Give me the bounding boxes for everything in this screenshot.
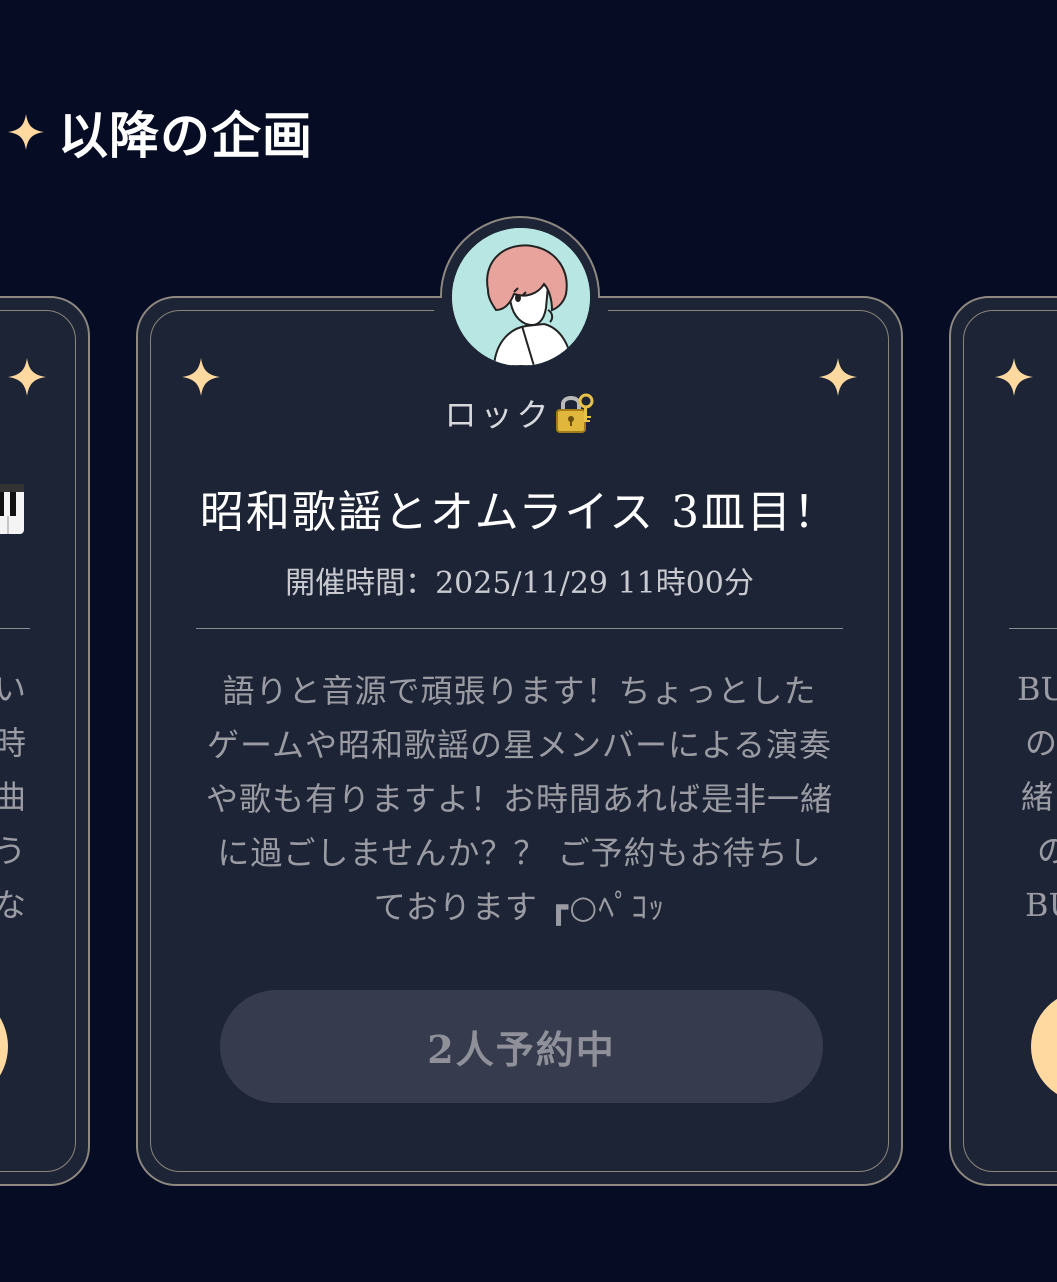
event-description: 語りと音源で頑張ります！ちょっとした ゲームや昭和歌謡の星メンバーによる演奏 や… [194, 640, 845, 940]
event-time-label: 開催時間： [285, 566, 436, 601]
event-card-previous[interactable]: い 時 曲 う な [0, 296, 90, 1186]
card-divider [196, 628, 843, 629]
card-divider [1009, 628, 1057, 629]
reserve-button[interactable] [1031, 990, 1057, 1103]
host-avatar[interactable] [452, 228, 590, 366]
event-time-value: 2025/11/29 11時00分 [435, 566, 754, 601]
event-card-next[interactable]: BU の 緒 の BU [949, 296, 1057, 1186]
description-line: ております ┏○ﾍﾟｺｯ [373, 888, 666, 926]
description-line: に過ごしませんか？？ ご予約もお待ちし [217, 834, 822, 872]
event-time: 開催時間：2025/11/29 11時00分 [138, 558, 901, 602]
host-name-label: ロック [444, 396, 553, 434]
description-text: 語りと音源で頑張ります！ちょっとした ゲームや昭和歌謡の星メンバーによる演奏 や… [194, 640, 845, 934]
description-line: ゲームや昭和歌謡の星メンバーによる演奏 [206, 726, 833, 764]
reserve-button[interactable]: 2人予約中 [220, 990, 823, 1103]
sparkle-icon [995, 358, 1033, 396]
description-line: 時 [0, 716, 26, 770]
description-line: い [0, 662, 26, 716]
description-line: な [0, 878, 26, 932]
description-line: や歌も有りますよ！お時間あれば是非一緒 [205, 780, 833, 818]
description-line: 緒 [1021, 778, 1054, 816]
card-divider [0, 628, 30, 629]
event-title: 昭和歌謡とオムライス 3皿目！ [199, 487, 840, 538]
reserve-button[interactable] [0, 990, 8, 1103]
event-card: ロック 昭和歌謡とオムライス 3皿目！ 開催時間：2025/11/29 11時0… [136, 216, 903, 1186]
section-header: 以降の企画 [8, 96, 313, 168]
section-title: 以降の企画 [58, 106, 313, 165]
description-line: う [0, 824, 26, 878]
sparkle-icon [8, 114, 44, 150]
piano-icon [0, 484, 24, 534]
host-name[interactable]: ロック [138, 390, 901, 436]
description-line: 語りと音源で頑張ります！ちょっとした [222, 672, 817, 710]
description-line: の [1037, 824, 1057, 878]
description-line: 曲 [0, 770, 26, 824]
page: 以降の企画 い 時 曲 う な [0, 0, 1057, 1282]
description-line: BU [1017, 670, 1057, 708]
description-overflow-line [194, 640, 845, 664]
description-line: BU [1025, 886, 1057, 924]
lock-with-key-icon [553, 392, 595, 434]
description-line: の [1025, 724, 1057, 762]
sparkle-icon [8, 358, 46, 396]
